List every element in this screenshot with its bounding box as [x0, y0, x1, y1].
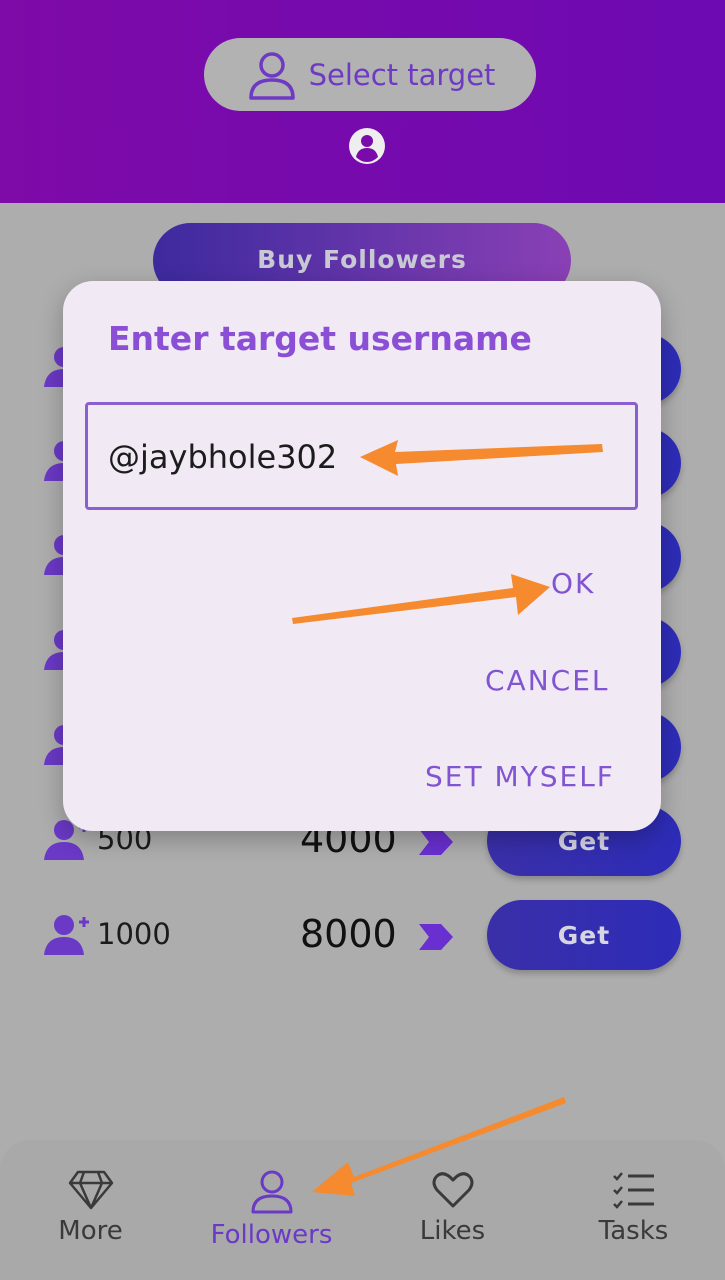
account-circle-icon[interactable] — [348, 127, 386, 165]
get-label: Get — [557, 920, 611, 950]
username-input[interactable]: @jaybhole302 — [85, 402, 638, 510]
heart-icon — [432, 1172, 473, 1208]
nav-label: More — [58, 1216, 123, 1246]
price: 8000 — [300, 912, 397, 956]
person-icon — [251, 1170, 292, 1214]
ok-button[interactable]: OK — [551, 567, 595, 600]
header: Select target — [0, 0, 725, 203]
get-button[interactable]: Get — [487, 900, 681, 970]
chevron-right-icon — [419, 924, 453, 950]
diamond-icon — [68, 1170, 113, 1210]
dialog-title: Enter target username — [108, 319, 532, 358]
nav-label: Likes — [419, 1216, 486, 1246]
select-target-label: Select target — [308, 57, 496, 92]
nav-label: Followers — [210, 1220, 333, 1250]
follower-count: 1000 — [97, 917, 171, 951]
select-target-button[interactable]: Select target — [204, 38, 536, 111]
target-username-dialog: Enter target username @jaybhole302 OK CA… — [63, 281, 661, 831]
chevron-right-icon — [419, 829, 453, 855]
nav-item-followers[interactable]: Followers — [181, 1140, 362, 1280]
nav-item-tasks[interactable]: Tasks — [543, 1140, 724, 1280]
checklist-icon — [612, 1172, 654, 1209]
nav-label: Tasks — [598, 1216, 669, 1246]
bottom-nav: More Followers Likes Tasks — [0, 1140, 725, 1280]
add-person-icon — [44, 915, 89, 955]
nav-item-more[interactable]: More — [0, 1140, 181, 1280]
cancel-button[interactable]: CANCEL — [485, 664, 610, 697]
username-input-value: @jaybhole302 — [108, 438, 338, 476]
set-myself-button[interactable]: SET MYSELF — [425, 760, 615, 793]
person-icon — [248, 51, 295, 100]
nav-item-likes[interactable]: Likes — [362, 1140, 543, 1280]
